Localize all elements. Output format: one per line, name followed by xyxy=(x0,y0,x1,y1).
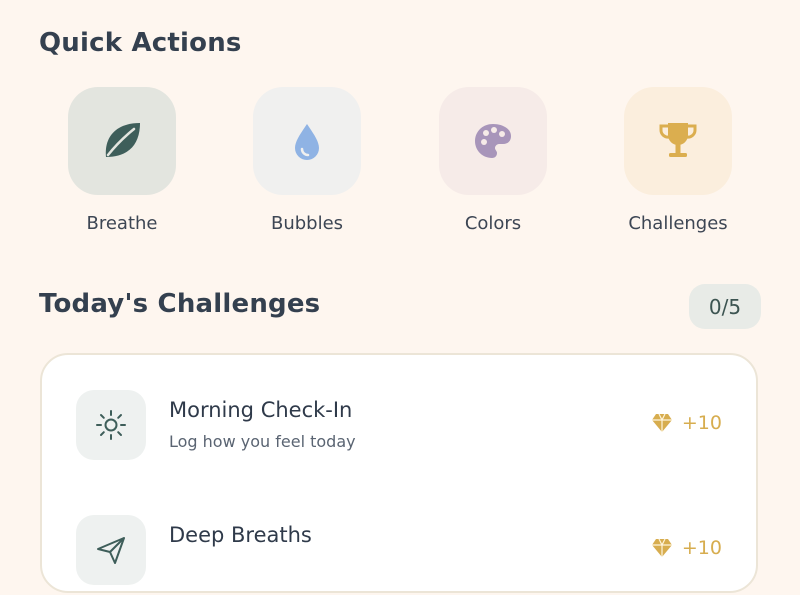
challenge-reward: +10 xyxy=(650,537,722,559)
quick-action-label: Bubbles xyxy=(270,213,344,234)
challenge-description: Log how you feel today xyxy=(169,432,356,451)
quick-action-tile[interactable] xyxy=(439,87,547,195)
quick-action-tile[interactable] xyxy=(624,87,732,195)
challenge-reward-points: +10 xyxy=(681,412,722,434)
quick-action-tile[interactable] xyxy=(68,87,176,195)
leaf-icon xyxy=(105,123,140,157)
challenge-reward: +10 xyxy=(650,412,722,434)
challenge-title: Morning Check-In xyxy=(169,398,353,422)
todays-challenges-title: Today's Challenges xyxy=(39,289,321,319)
quick-action-label: Challenges xyxy=(628,213,728,234)
quick-action-label: Breathe xyxy=(86,213,158,234)
sun-icon xyxy=(96,410,126,440)
quick-action-breathe[interactable]: Breathe xyxy=(42,87,202,234)
quick-action-bubbles[interactable]: Bubbles xyxy=(227,87,387,234)
quick-action-colors[interactable]: Colors xyxy=(413,87,573,234)
water-drop-icon xyxy=(295,124,319,160)
challenges-card: Morning Check-In Log how you feel today … xyxy=(40,353,758,593)
challenge-row[interactable]: Deep Breaths +10 xyxy=(42,515,756,595)
quick-actions-row: Breathe Bubbles Colors Challenges xyxy=(0,87,800,247)
challenge-reward-points: +10 xyxy=(681,537,722,559)
challenge-title: Deep Breaths xyxy=(169,523,312,547)
quick-actions-title: Quick Actions xyxy=(39,28,242,58)
quick-action-tile[interactable] xyxy=(253,87,361,195)
palette-icon xyxy=(475,124,511,158)
diamond-icon xyxy=(651,538,672,557)
trophy-icon xyxy=(659,123,697,157)
challenge-icon-box xyxy=(76,515,146,585)
challenge-progress-badge: 0/5 xyxy=(689,284,761,329)
diamond-icon xyxy=(651,413,672,432)
send-icon xyxy=(97,537,125,564)
challenge-icon-box xyxy=(76,390,146,460)
quick-action-challenges[interactable]: Challenges xyxy=(598,87,758,234)
challenge-row[interactable]: Morning Check-In Log how you feel today … xyxy=(42,390,756,470)
quick-action-label: Colors xyxy=(464,213,522,234)
